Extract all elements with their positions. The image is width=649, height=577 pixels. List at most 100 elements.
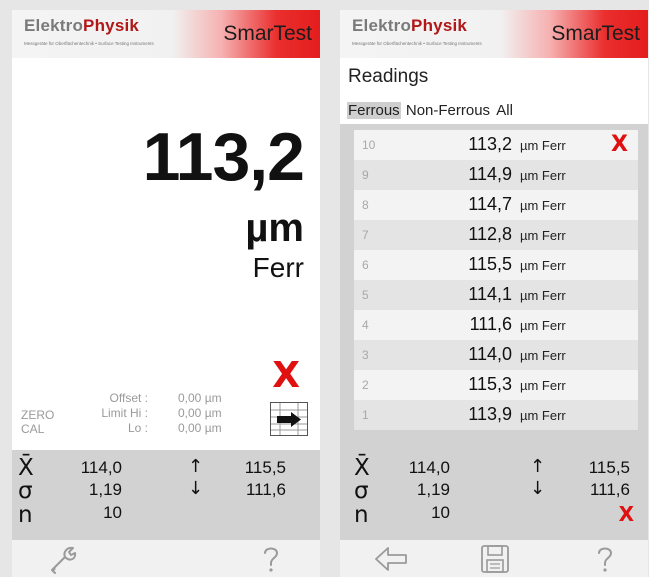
mean-value: 114,0: [408, 458, 450, 477]
reading-index: 4: [362, 318, 369, 332]
list-item[interactable]: 1 113,9 µm Ferr: [354, 400, 638, 430]
count-symbol: n: [18, 502, 33, 528]
app-title: SmarTest: [223, 22, 312, 45]
brand-logo: ElektroPhysik: [24, 16, 140, 35]
list-item[interactable]: 6 115,5 µm Ferr: [354, 250, 638, 280]
min-arrow-icon: ↓: [530, 478, 546, 499]
statistics-panel: X̄ σ n 114,0 1,19 10 ↑ ↓ 115,5 111,6: [12, 450, 320, 540]
reading-unit: µm Ferr: [520, 318, 566, 333]
back-arrow-icon[interactable]: [374, 546, 408, 577]
reading-value: 115,5: [468, 254, 512, 274]
min-value: 111,6: [589, 480, 630, 499]
current-reading-value: 113,2: [142, 119, 305, 195]
reading-index: 6: [362, 258, 369, 272]
settings-labels: Offset : Limit Hi : Lo :: [64, 391, 148, 436]
reading-unit: µm Ferr: [520, 228, 566, 243]
max-arrow-icon: ↑: [530, 456, 546, 477]
readings-list-panel: 10 113,2 µm Ferr X 9 114,9 µm Ferr 8 114…: [340, 124, 648, 450]
reading-value: 114,0: [468, 344, 512, 364]
calibration-buttons: ZERO CAL: [21, 408, 54, 436]
list-item[interactable]: 4 111,6 µm Ferr: [354, 310, 638, 340]
reading-unit: µm Ferr: [520, 348, 566, 363]
reading-index: 10: [362, 138, 376, 152]
list-item[interactable]: 5 114,1 µm Ferr: [354, 280, 638, 310]
readings-screen: ElektroPhysik Messgeräte für Oberflächen…: [340, 10, 648, 577]
delete-reading-button[interactable]: X: [272, 358, 300, 394]
brand-tagline: Messgeräte für Oberflächentechnik • Surf…: [24, 41, 154, 46]
mean-symbol: X̄: [18, 455, 34, 481]
brand-tagline: Messgeräte für Oberflächentechnik • Surf…: [352, 41, 482, 46]
reading-index: 7: [362, 228, 369, 242]
min-arrow-icon: ↓: [188, 478, 204, 499]
filter-tabs: Ferrous Non-Ferrous All: [347, 102, 514, 119]
reading-unit: µm Ferr: [520, 198, 566, 213]
offset-label: Offset :: [109, 391, 148, 405]
cal-button[interactable]: CAL: [21, 422, 54, 436]
list-item[interactable]: 7 112,8 µm Ferr: [354, 220, 638, 250]
sigma-value: 1,19: [416, 480, 450, 499]
reading-index: 8: [362, 198, 369, 212]
measurement-screen: ElektroPhysik Messgeräte für Oberflächen…: [12, 10, 320, 577]
tab-non-ferrous[interactable]: Non-Ferrous: [405, 102, 491, 119]
list-item[interactable]: 9 114,9 µm Ferr: [354, 160, 638, 190]
reading-value: 115,3: [468, 374, 512, 394]
current-reading-mode: Ferr: [252, 252, 304, 283]
list-item[interactable]: 3 114,0 µm Ferr: [354, 340, 638, 370]
count-value: 10: [103, 503, 122, 522]
help-icon[interactable]: [256, 544, 286, 577]
tab-ferrous[interactable]: Ferrous: [347, 102, 401, 119]
offset-value: 0,00 µm: [178, 391, 222, 405]
sigma-symbol: σ: [18, 478, 33, 504]
reading-value: 113,9: [468, 404, 512, 424]
limit-hi-value: 0,00 µm: [178, 406, 222, 420]
reading-value: 112,8: [468, 224, 512, 244]
reading-index: 5: [362, 288, 369, 302]
bottom-toolbar: [12, 540, 320, 577]
delete-all-button[interactable]: X: [619, 504, 634, 524]
delete-reading-button[interactable]: X: [611, 132, 628, 157]
reading-value: 111,6: [469, 314, 512, 334]
max-arrow-icon: ↑: [188, 456, 204, 477]
export-icon[interactable]: [270, 402, 308, 436]
list-item[interactable]: 10 113,2 µm Ferr X: [354, 130, 638, 160]
reading-unit: µm Ferr: [520, 138, 566, 153]
list-item[interactable]: 8 114,7 µm Ferr: [354, 190, 638, 220]
max-value: 115,5: [244, 458, 286, 477]
reading-unit: µm Ferr: [520, 378, 566, 393]
save-icon[interactable]: [480, 544, 510, 577]
help-icon[interactable]: [590, 544, 620, 577]
bottom-toolbar: [340, 540, 648, 577]
zero-button[interactable]: ZERO: [21, 408, 54, 422]
max-value: 115,5: [588, 458, 630, 477]
reading-value: 114,1: [468, 284, 512, 304]
reading-index: 2: [362, 378, 369, 392]
list-item[interactable]: 2 115,3 µm Ferr: [354, 370, 638, 400]
reading-unit: µm Ferr: [520, 408, 566, 423]
settings-values: 0,00 µm 0,00 µm 0,00 µm: [178, 391, 222, 436]
reading-value: 114,7: [468, 194, 512, 214]
page-title: Readings: [348, 66, 429, 87]
limit-lo-value: 0,00 µm: [178, 421, 222, 435]
count-symbol: n: [354, 502, 369, 528]
wrench-icon[interactable]: [48, 544, 82, 577]
sigma-value: 1,19: [88, 480, 122, 499]
reading-unit: µm Ferr: [520, 288, 566, 303]
reading-unit: µm Ferr: [520, 168, 566, 183]
brand-logo: ElektroPhysik: [352, 16, 468, 35]
statistics-panel: X̄ σ n 114,0 1,19 10 ↑ ↓ 115,5 111,6 X: [340, 450, 648, 540]
mean-symbol: X̄: [354, 455, 370, 481]
reading-index: 1: [362, 408, 369, 422]
min-value: 111,6: [245, 480, 286, 499]
limit-hi-label: Limit Hi :: [101, 406, 148, 420]
limit-lo-label: Lo :: [127, 421, 148, 435]
current-reading-unit: µm: [245, 206, 304, 250]
readings-list: 10 113,2 µm Ferr X 9 114,9 µm Ferr 8 114…: [354, 130, 638, 430]
app-header: ElektroPhysik Messgeräte für Oberflächen…: [340, 10, 648, 58]
app-title: SmarTest: [551, 22, 640, 45]
app-header: ElektroPhysik Messgeräte für Oberflächen…: [12, 10, 320, 58]
reading-value: 113,2: [468, 134, 512, 154]
reading-value: 114,9: [468, 164, 512, 184]
sigma-symbol: σ: [354, 478, 369, 504]
tab-all[interactable]: All: [495, 102, 514, 119]
count-value: 10: [431, 503, 450, 522]
